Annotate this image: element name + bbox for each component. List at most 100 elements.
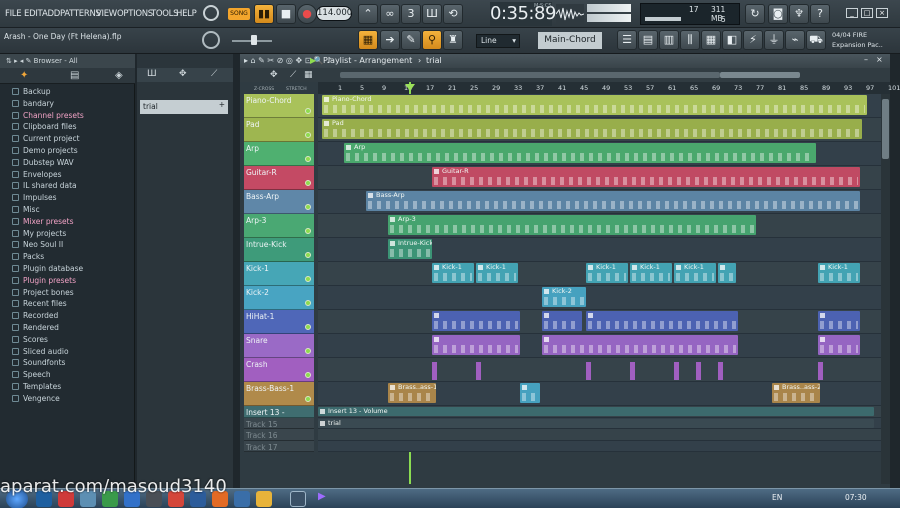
track-lane[interactable]	[318, 286, 881, 310]
taskbar-folder-icon[interactable]	[256, 491, 272, 507]
crash-hit[interactable]	[718, 362, 723, 380]
browser-item[interactable]: Templates	[12, 382, 61, 394]
clip-source-icon[interactable]: ✥	[179, 69, 187, 79]
wait-input-button[interactable]: ∞	[380, 4, 400, 24]
menu-help[interactable]: HELP	[176, 9, 197, 19]
pattern-clip[interactable]	[818, 311, 860, 331]
undo-button[interactable]: ↻	[745, 4, 765, 24]
playhead-marker-icon[interactable]	[405, 84, 415, 91]
track-lane[interactable]	[318, 429, 881, 441]
track-mute-icon[interactable]	[305, 300, 311, 306]
pattern-clip[interactable]	[432, 335, 520, 355]
browser-item[interactable]: Plugin presets	[12, 276, 76, 288]
zcross-label[interactable]: Z-CROSS	[254, 87, 274, 92]
crash-hit[interactable]	[674, 362, 679, 380]
browser-item[interactable]: Channel presets	[12, 111, 84, 123]
scroll-thumb[interactable]	[720, 72, 800, 78]
browser-item[interactable]: My projects	[12, 229, 66, 241]
loop-record-button[interactable]: ⟲	[443, 4, 463, 24]
link-icon[interactable]: ⟋	[211, 69, 217, 79]
pattern-clip[interactable]: Kick-2	[542, 287, 586, 307]
track-header[interactable]: Track 15	[244, 417, 314, 429]
countdown-button[interactable]: 3	[401, 4, 421, 24]
playlist-button[interactable]: ☰	[617, 30, 637, 50]
pattern-clip[interactable]: Bass-Arp	[366, 191, 860, 211]
browser-view-icon[interactable]: ◈	[115, 70, 123, 81]
master-slider-handle[interactable]	[251, 35, 257, 45]
browser-item[interactable]: Scores	[12, 335, 48, 347]
track-header[interactable]: Kick-2	[244, 286, 314, 310]
menu-file[interactable]: FILE	[5, 9, 22, 19]
metronome-button[interactable]: ⌃	[358, 4, 378, 24]
browser-item[interactable]: Demo projects	[12, 146, 78, 158]
snap-icon[interactable]: ✥	[270, 70, 278, 80]
browser-button[interactable]: ▦	[701, 30, 721, 50]
browser-item[interactable]: bandary	[12, 99, 54, 111]
magnet-icon[interactable]: ⟋	[290, 70, 296, 80]
browser-sort-icon[interactable]: ▤	[70, 70, 79, 81]
pattern-clip[interactable]	[432, 311, 520, 331]
track-mute-icon[interactable]	[305, 276, 311, 282]
pattern-clip[interactable]: Kick-1	[674, 263, 716, 283]
mixer-button[interactable]: ⫼	[680, 30, 700, 50]
tempo-display[interactable]: 114.000	[316, 6, 352, 21]
track-mute-icon[interactable]	[305, 132, 311, 138]
track-header[interactable]: Arp-3	[244, 214, 314, 238]
playlist-minimize-icon[interactable]: –	[864, 55, 868, 64]
pattern-clip[interactable]: Pad	[322, 119, 862, 139]
taskbar-clock[interactable]: 07:30	[845, 493, 867, 502]
track-header[interactable]: Piano-Chord	[244, 94, 314, 118]
pattern-clip[interactable]	[542, 311, 582, 331]
pattern-clip[interactable]: Brass..ass-1	[388, 383, 436, 403]
track-mute-icon[interactable]	[305, 228, 311, 234]
pattern-clip[interactable]: Guitar-R	[432, 167, 860, 187]
pattern-selector[interactable]: Main-Chord	[538, 32, 602, 49]
track-lane[interactable]	[318, 440, 881, 452]
track-header[interactable]: Track 16	[244, 429, 314, 441]
pattern-clip[interactable]	[818, 335, 860, 355]
browser-item[interactable]: Dubstep WAV	[12, 158, 74, 170]
crash-hit[interactable]	[476, 362, 481, 380]
pattern-clip[interactable]	[718, 263, 736, 283]
track-mute-icon[interactable]	[305, 204, 311, 210]
track-mute-icon[interactable]	[305, 252, 311, 258]
track-header[interactable]: Snare	[244, 334, 314, 358]
news-panel[interactable]: 04/04 FIRE Expansion Pac..	[832, 30, 896, 52]
browser-filter-icon[interactable]: ✦	[20, 70, 28, 81]
browser-item[interactable]: Clipboard files	[12, 122, 77, 134]
pattern-clip[interactable]: Intrue-Kick	[388, 239, 432, 259]
close-button[interactable]: ×	[876, 8, 888, 18]
pattern-clip[interactable]: trial	[318, 418, 874, 428]
crash-hit[interactable]	[696, 362, 701, 380]
playlist-menu-icon[interactable]: ▸ ⌂ ✎ ✂ ⊘ ◎ ✥ ⊡ 🔍 ♪	[244, 56, 332, 65]
track-mute-icon[interactable]	[305, 108, 311, 114]
stretch-label[interactable]: STRETCH	[286, 87, 307, 92]
touch-controller-button[interactable]: ⌁	[785, 30, 805, 50]
browser-item[interactable]: Project bones	[12, 288, 74, 300]
browser-item[interactable]: Soundfonts	[12, 358, 65, 370]
taskbar-chrome-icon[interactable]	[234, 491, 250, 507]
master-pitch-knob[interactable]	[202, 31, 220, 49]
track-mute-icon[interactable]	[305, 156, 311, 162]
crash-hit[interactable]	[586, 362, 591, 380]
plugin-picker-button[interactable]: ◧	[722, 30, 742, 50]
draw-tool-button[interactable]: ✎	[401, 30, 421, 50]
pattern-clip[interactable]: Arp	[344, 143, 816, 163]
arrangement-name[interactable]: trial	[426, 56, 442, 65]
help-button[interactable]: ?	[810, 4, 830, 24]
vertical-scrollbar[interactable]	[881, 94, 890, 484]
menu-options[interactable]: OPTIONS	[117, 9, 153, 19]
pattern-picker-icon[interactable]: Ш	[147, 69, 157, 79]
microphone-button[interactable]: ♆	[789, 4, 809, 24]
browser-item[interactable]: Sliced audio	[12, 347, 69, 359]
track-mute-icon[interactable]	[305, 180, 311, 186]
crash-hit[interactable]	[432, 362, 437, 380]
browser-item[interactable]: Vengence	[12, 394, 60, 406]
plugin-manager-button[interactable]: ⏚	[764, 30, 784, 50]
channel-rack-button[interactable]: ▥	[659, 30, 679, 50]
browser-item[interactable]: IL shared data	[12, 181, 77, 193]
browser-item[interactable]: Speech	[12, 370, 51, 382]
pattern-clip[interactable]: Arp-3	[388, 215, 756, 235]
browser-item[interactable]: Recorded	[12, 311, 58, 323]
snap-select[interactable]: Line ▾	[476, 34, 520, 48]
